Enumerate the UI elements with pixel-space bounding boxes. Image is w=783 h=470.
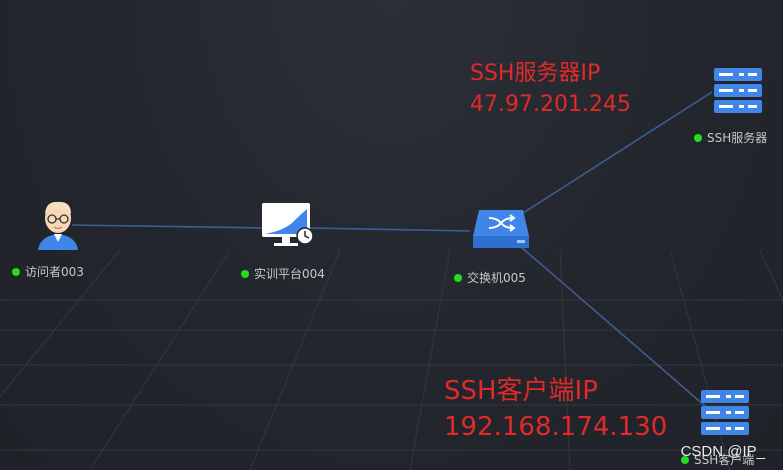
ssh-server-annotation: SSH服务器IP 47.97.201.245 [470,58,631,120]
switch-icon[interactable] [473,210,529,248]
node-label-ssh-server[interactable]: SSH服务器 [694,129,767,146]
platform-label: 实训平台004 [254,267,325,281]
node-label-platform[interactable]: 实训平台004 [241,265,325,282]
ssh-client-ip-value: 192.168.174.130 [444,412,668,442]
ssh-server-icon[interactable] [714,68,762,113]
link-visitor-platform [71,224,266,229]
ssh-server-ip-value: 47.97.201.245 [470,92,631,117]
link-platform-switch [309,227,471,232]
visitor-label: 访问者003 [25,265,84,279]
ssh-client-icon[interactable] [701,390,749,435]
node-label-switch[interactable]: 交换机005 [454,269,526,286]
visitor-icon[interactable] [38,201,78,250]
ssh-client-ip-title: SSH客户端IP [444,376,598,406]
network-links [71,91,713,413]
ssh-server-ip-title: SSH服务器IP [470,61,601,86]
status-online-dot [241,269,249,278]
node-label-visitor[interactable]: 访问者003 [12,263,84,280]
status-online-dot [454,273,462,282]
ssh-client-annotation: SSH客户端IP 192.168.174.130 [444,373,667,445]
status-online-dot [12,267,20,276]
status-online-dot [694,133,702,142]
platform-monitor-icon[interactable] [262,203,314,246]
ssh-server-label: SSH服务器 [707,131,768,145]
switch-label: 交换机005 [467,271,526,285]
csdn-watermark: CSDN @IP_ [680,443,765,460]
